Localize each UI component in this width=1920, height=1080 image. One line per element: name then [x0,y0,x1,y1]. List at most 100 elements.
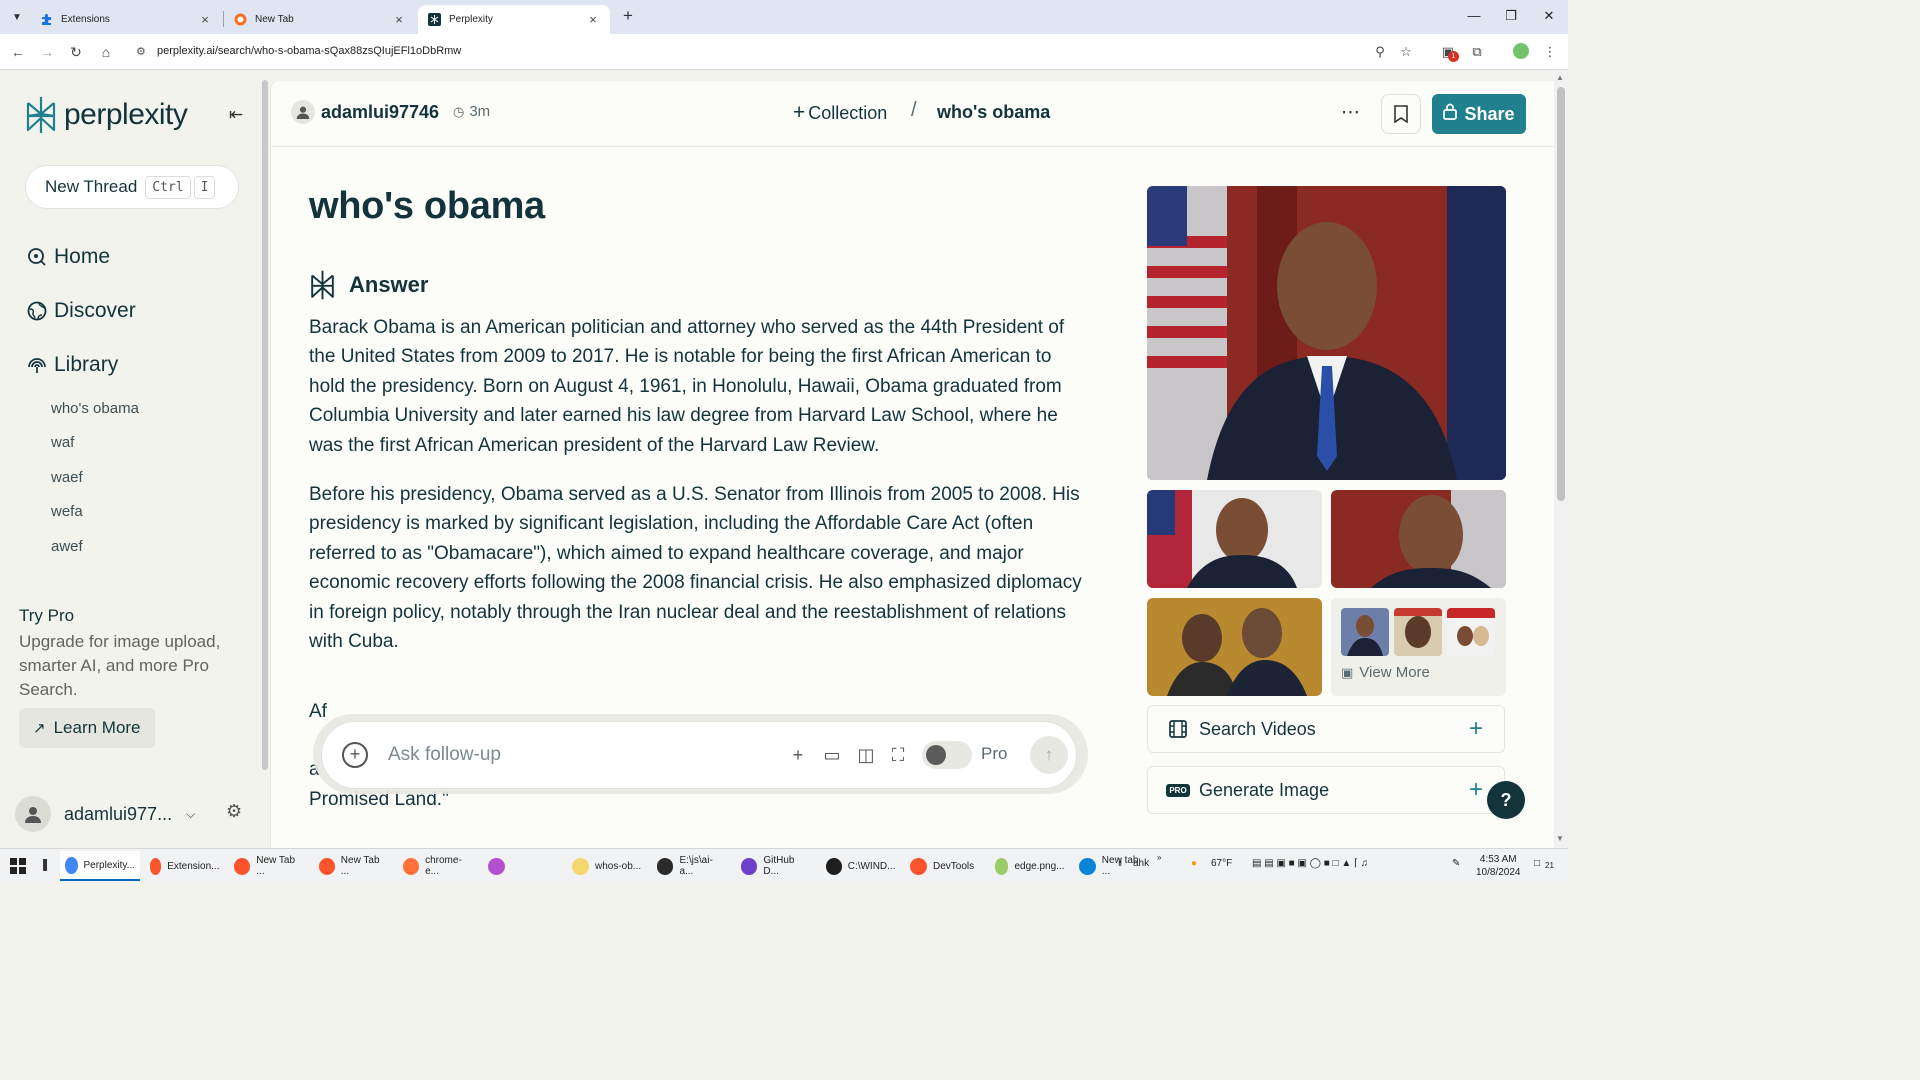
sidebar: perplexity ⇤ New Thread Ctrl I Home Disc… [0,71,262,848]
profile-avatar[interactable] [1513,43,1529,59]
url-bar[interactable]: ⚙ perplexity.ai/search/who-s-obama-sQax8… [128,39,1424,65]
gear-icon[interactable]: ⚙ [226,801,242,822]
view-more-images-button[interactable]: ▣ View More [1331,598,1506,696]
thread-author[interactable]: adamlui97746 [291,100,439,124]
user-menu[interactable]: adamlui977... ⌵ ⚙ [15,796,255,832]
add-to-collection-button[interactable]: + Collection [793,101,887,125]
taskbar-app[interactable]: New Tab ... [229,851,309,881]
back-arrow-icon[interactable]: ← [8,42,28,62]
taskbar-app[interactable]: Extension... [145,851,225,881]
puzzle-icon [40,13,53,26]
extensions-puzzle-icon[interactable]: ⧉ [1468,42,1486,62]
new-thread-button[interactable]: New Thread Ctrl I [25,165,239,209]
taskbar-app[interactable]: whos-ob... [567,851,647,881]
site-settings-icon[interactable]: ⚙ [136,45,146,58]
sidebar-item-discover[interactable]: Discover [27,299,136,323]
taskbar-app[interactable]: E:\js\ai-a... [652,851,732,881]
taskbar-app[interactable]: New Tab ... [314,851,394,881]
home-icon[interactable]: ⌂ [96,42,116,62]
close-tab-icon[interactable]: × [198,12,212,27]
tab-perplexity[interactable]: Perplexity × [418,5,610,34]
brand[interactable]: perplexity [24,95,188,135]
library-thread-item[interactable]: wefa [51,501,139,535]
scroll-up-icon[interactable]: ▲ [1556,73,1564,82]
taskbar-app[interactable] [483,851,563,881]
tab-title: New Tab [255,14,294,25]
zoom-icon[interactable]: ⚲ [1371,42,1389,62]
restore-icon[interactable]: ❐ [1496,6,1526,26]
more-options-icon[interactable]: ⋯ [1341,101,1361,124]
taskbar-app[interactable]: GitHub D... [736,851,816,881]
learn-more-button[interactable]: ↗ Learn More [19,708,155,748]
tab-search-chevron-icon[interactable]: ▼ [6,7,28,27]
generate-image-button[interactable]: PRO Generate Image + [1147,766,1505,814]
answer-text: Barack Obama is an American politician a… [309,313,1091,676]
reload-icon[interactable]: ↻ [66,42,86,62]
library-thread-item[interactable]: waef [51,467,139,501]
new-tab-plus-icon[interactable]: + [618,6,638,26]
app-icon [318,857,335,875]
taskbar-app[interactable]: Perplexity... [60,851,140,881]
fullscreen-icon[interactable]: ⛶ [887,744,909,766]
close-tab-icon[interactable]: × [392,12,406,27]
share-button[interactable]: Share [1432,94,1526,134]
portrait-image-thumbnail[interactable] [1147,490,1322,588]
sidebar-scrollbar[interactable] [262,80,268,770]
minimize-icon[interactable]: — [1459,6,1489,26]
bookmark-star-icon[interactable]: ☆ [1397,42,1415,62]
thread-header: adamlui97746 ◷ 3m + Collection / who's o… [271,81,1554,147]
url-text[interactable]: perplexity.ai/search/who-s-obama-sQax88z… [157,45,461,57]
library-thread-item[interactable]: who's obama [51,398,139,432]
task-view-icon[interactable]: ❚ [40,857,50,871]
share-label: Share [1464,103,1515,124]
tray-app-ahk[interactable]: ahk [1133,858,1149,869]
taskbar-app-label: C:\WIND... [847,860,896,872]
tab-new-tab[interactable]: New Tab × [224,5,416,34]
taskbar-app[interactable]: DevTools [905,851,985,881]
sidebar-item-library[interactable]: Library [27,353,118,377]
arrow-up-right-icon: ↗ [33,720,46,737]
pro-toggle[interactable] [922,741,972,769]
weather-temp[interactable]: 67°F [1211,858,1232,869]
library-thread-item[interactable]: awef [51,536,139,570]
attach-plus-circle-icon[interactable]: + [342,742,368,768]
plus-icon[interactable]: + [787,744,809,766]
scroll-down-icon[interactable]: ▼ [1556,834,1564,843]
perplexity-icon [428,13,441,26]
forward-arrow-icon[interactable]: → [37,42,57,62]
taskbar-app[interactable]: edge.png... [990,851,1070,881]
scrollbar-thumb[interactable] [1557,87,1565,501]
tray-icons[interactable]: ▤ ▤ ▣ ■ ▣ ◯ ■ □ ▲ ⌈ ♫ [1252,858,1368,869]
library-thread-item[interactable]: waf [51,432,139,466]
taskbar-app[interactable]: chrome-e... [398,851,478,881]
app-icon [910,857,927,875]
close-window-icon[interactable]: ✕ [1534,6,1564,26]
app-icon [487,857,505,875]
search-videos-button[interactable]: Search Videos + [1147,705,1505,753]
tab-extensions[interactable]: Extensions × [30,5,222,34]
window-icon[interactable]: ▭ [821,744,843,766]
portrait-image-main[interactable] [1147,186,1506,480]
bookmark-button[interactable] [1381,94,1421,134]
page-scrollbar[interactable]: ▲ ▼ [1554,71,1568,848]
tray-overflow-icon[interactable]: » [1157,853,1161,862]
windows-start-icon[interactable] [10,858,26,874]
notification-icon[interactable]: □ [1534,858,1540,869]
pen-icon[interactable]: ✎ [1452,858,1460,869]
followup-input[interactable] [388,740,768,770]
portrait-image-thumbnail[interactable] [1331,490,1506,588]
clock-date: 10/8/2024 [1476,867,1521,878]
system-clock[interactable]: 4:53 AM 10/8/2024 [1476,853,1521,879]
help-button[interactable]: ? [1487,781,1525,819]
collapse-sidebar-icon[interactable]: ⇤ [224,103,248,127]
send-arrow-icon[interactable]: ↑ [1030,736,1068,774]
browser-menu-icon[interactable]: ⋮ [1541,42,1559,62]
sidebar-item-home[interactable]: Home [27,245,110,269]
close-tab-icon[interactable]: × [586,12,600,27]
split-view-icon[interactable]: ◫ [855,744,877,766]
photo-image-thumbnail[interactable] [1147,598,1322,696]
image-icon: ▣ [1341,664,1354,680]
taskbar-app[interactable]: C:\WIND... [821,851,901,881]
app-icon [65,856,78,874]
answer-paragraph: Barack Obama is an American politician a… [309,317,1065,456]
